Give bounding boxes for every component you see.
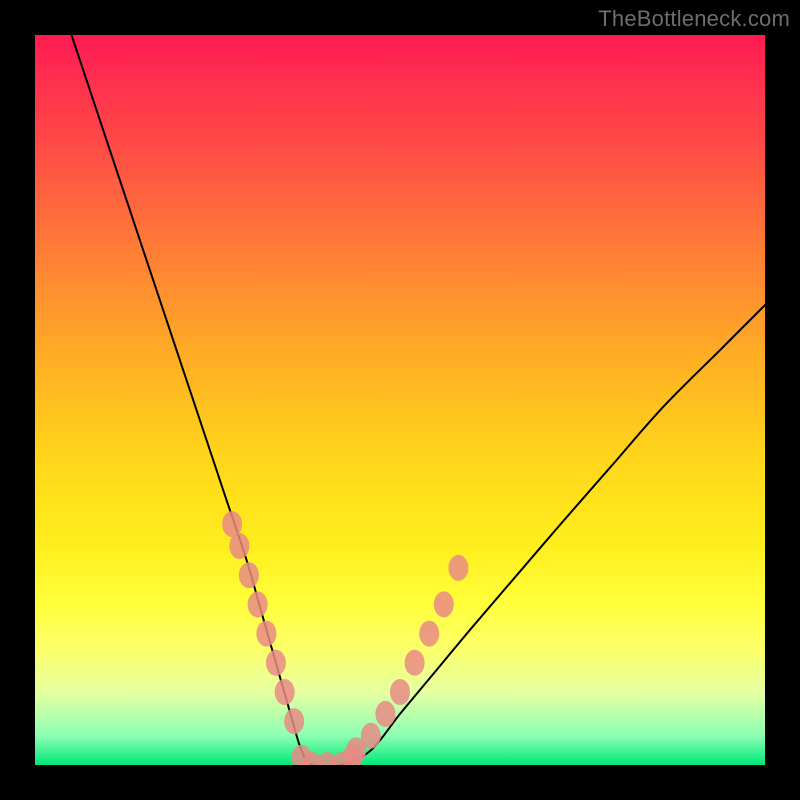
curve-marker xyxy=(248,591,268,617)
curve-marker xyxy=(256,621,276,647)
curve-marker xyxy=(284,708,304,734)
curve-marker xyxy=(229,533,249,559)
curve-marker xyxy=(434,591,454,617)
curve-marker xyxy=(390,679,410,705)
curve-marker xyxy=(419,621,439,647)
curve-marker xyxy=(266,650,286,676)
curve-marker xyxy=(448,555,468,581)
curve-marker xyxy=(405,650,425,676)
curve-marker xyxy=(239,562,259,588)
curve-marker xyxy=(375,701,395,727)
plot-area xyxy=(35,35,765,765)
chart-frame: TheBottleneck.com xyxy=(0,0,800,800)
marker-group xyxy=(222,511,468,765)
curve-marker xyxy=(361,723,381,749)
curve-marker xyxy=(275,679,295,705)
watermark-text: TheBottleneck.com xyxy=(598,6,790,32)
curve-layer xyxy=(35,35,765,765)
